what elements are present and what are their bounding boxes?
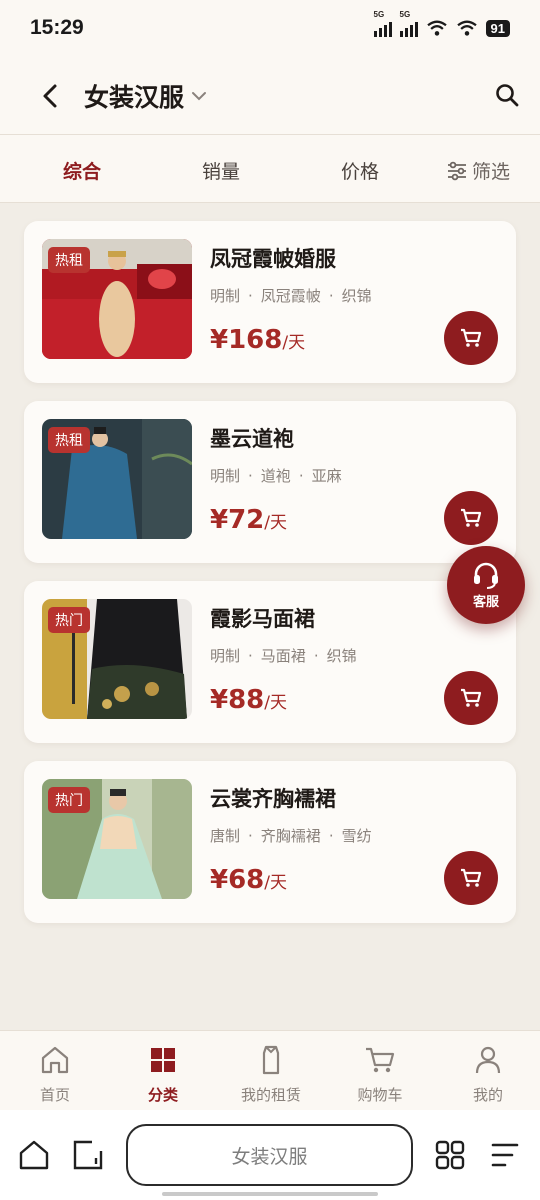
page-title: 女装汉服 (84, 83, 185, 112)
category-grid-icon (151, 1048, 175, 1072)
browser-toolbar: 女装汉服 (0, 1110, 540, 1200)
tab-filter[interactable]: 筛选 (446, 157, 510, 184)
add-to-cart-button[interactable] (444, 851, 498, 905)
product-card[interactable]: 热租 墨云道袍 明制 · 道袍 · 亚麻 ¥72/天 (24, 401, 516, 563)
product-tags: 明制 · 马面裙 · 织锦 (210, 647, 357, 665)
filter-sliders-icon (447, 161, 466, 180)
cart-icon (461, 688, 482, 707)
wifi-icon (426, 20, 447, 36)
customer-service-button[interactable]: 客服 (447, 546, 525, 624)
home-indicator (162, 1192, 378, 1196)
add-to-cart-button[interactable] (444, 311, 498, 365)
status-time: 15:29 (30, 16, 84, 39)
product-price: ¥72/天 (210, 505, 288, 535)
tab-sales[interactable]: 销量 (202, 157, 240, 184)
product-tags: 唐制 · 齐胸襦裙 · 雪纺 (210, 827, 372, 845)
tab-comprehensive[interactable]: 综合 (63, 157, 101, 184)
product-name: 墨云道袍 (210, 427, 294, 451)
battery-indicator: 91 (485, 19, 510, 37)
status-bar: 15:29 5G 5G 91 (0, 0, 540, 56)
nav-category[interactable]: 分类 (118, 1043, 208, 1105)
home-icon (41, 1046, 69, 1074)
bottom-navigation: 首页 分类 我的租赁 购物车 我的 (0, 1030, 540, 1110)
product-price: ¥168/天 (210, 325, 306, 355)
product-tags: 明制 · 凤冠霞帔 · 织锦 (210, 287, 372, 305)
back-arrow-icon[interactable] (38, 82, 64, 110)
product-badge: 热门 (48, 607, 90, 633)
product-name: 霞影马面裙 (210, 607, 315, 631)
browser-home-icon[interactable] (18, 1139, 50, 1171)
garment-icon (262, 1045, 280, 1075)
add-to-cart-button[interactable] (444, 671, 498, 725)
product-image: 热租 (42, 419, 192, 539)
product-badge: 热租 (48, 427, 90, 453)
product-name: 凤冠霞帔婚服 (210, 247, 336, 271)
address-bar[interactable]: 女装汉服 (126, 1124, 413, 1186)
sort-tabs: 综合 销量 价格 筛选 (0, 135, 540, 203)
product-tags: 明制 · 道袍 · 亚麻 (210, 467, 342, 485)
cart-icon (366, 1047, 395, 1073)
product-badge: 热租 (48, 247, 90, 273)
product-image: 热门 (42, 779, 192, 899)
wifi-icon (456, 20, 477, 36)
nav-profile[interactable]: 我的 (443, 1043, 533, 1105)
signal-icon: 5G (373, 10, 392, 37)
product-card[interactable]: 热租 凤冠霞帔婚服 明制 · 凤冠霞帔 · 织锦 ¥168/天 (24, 221, 516, 383)
search-icon[interactable] (494, 82, 520, 108)
add-to-cart-button[interactable] (444, 491, 498, 545)
category-title-dropdown[interactable]: 女装汉服 (84, 78, 208, 114)
tabs-icon[interactable] (72, 1139, 104, 1171)
apps-grid-icon[interactable] (434, 1139, 466, 1171)
chevron-down-icon (192, 92, 207, 101)
customer-service-label: 客服 (472, 594, 499, 610)
filter-label: 筛选 (471, 161, 511, 183)
product-price: ¥88/天 (210, 685, 288, 715)
signal-icon: 5G (399, 10, 418, 37)
top-app-bar: 女装汉服 (0, 56, 540, 135)
cart-icon (461, 328, 482, 347)
nav-my-rentals[interactable]: 我的租赁 (226, 1043, 316, 1105)
user-icon (475, 1046, 501, 1074)
product-card[interactable]: 热门 霞影马面裙 明制 · 马面裙 · 织锦 ¥88/天 (24, 581, 516, 743)
menu-icon[interactable] (490, 1141, 520, 1169)
status-indicators: 5G 5G 91 (373, 10, 510, 37)
nav-cart[interactable]: 购物车 (335, 1043, 425, 1105)
product-badge: 热门 (48, 787, 90, 813)
cart-icon (461, 868, 482, 887)
product-price: ¥68/天 (210, 865, 288, 895)
product-name: 云裳齐胸襦裙 (210, 787, 336, 811)
tab-price[interactable]: 价格 (341, 157, 379, 184)
product-card[interactable]: 热门 云裳齐胸襦裙 唐制 · 齐胸襦裙 · 雪纺 ¥68/天 (24, 761, 516, 923)
product-image: 热租 (42, 239, 192, 359)
nav-home[interactable]: 首页 (10, 1043, 100, 1105)
headset-icon (474, 562, 498, 589)
product-image: 热门 (42, 599, 192, 719)
cart-icon (461, 508, 482, 527)
